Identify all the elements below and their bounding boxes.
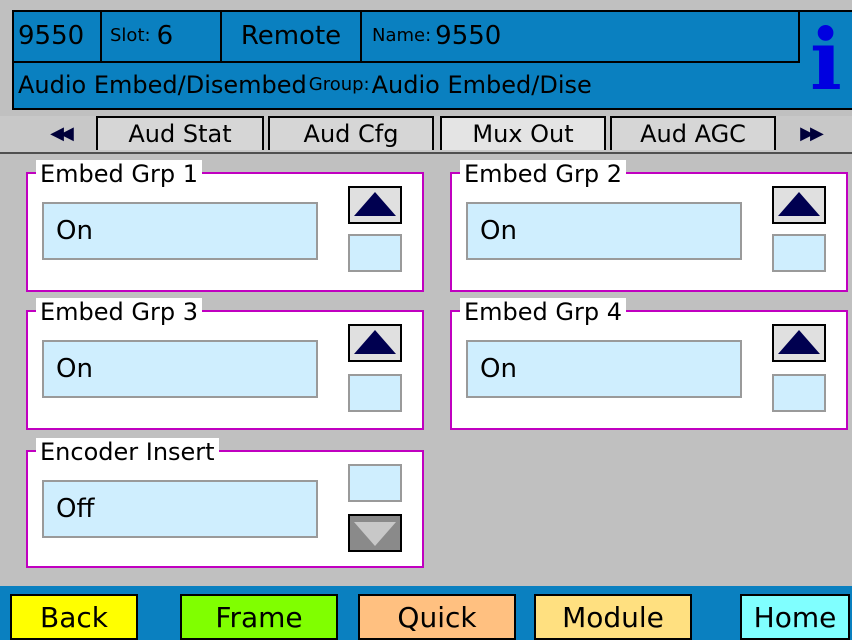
embed-grp-1-down-button[interactable] xyxy=(348,234,402,272)
embed-grp-3-up-button[interactable] xyxy=(348,324,402,362)
embed-grp-2-value-field[interactable]: On xyxy=(466,202,742,260)
group-label: Group: xyxy=(308,74,370,96)
embed-grp-1-value-field[interactable]: On xyxy=(42,202,318,260)
tab-aud-stat[interactable]: Aud Stat xyxy=(96,116,264,150)
module-button[interactable]: Module xyxy=(534,594,692,640)
embed-grp-2-down-button[interactable] xyxy=(772,234,826,272)
double-right-arrow-icon: ▶▶ xyxy=(800,122,824,144)
tab-mux-out[interactable]: Mux Out xyxy=(440,116,606,150)
up-arrow-icon xyxy=(354,330,396,354)
footer-bar: Back Frame Quick Module Home xyxy=(0,586,852,640)
tab-label: Aud Stat xyxy=(128,120,232,148)
name-label: Name: xyxy=(372,25,432,47)
group-value: Audio Embed/Dise xyxy=(371,71,592,100)
panel-title: Embed Grp 4 xyxy=(460,298,627,326)
device-id: 9550 xyxy=(18,21,85,52)
embed-grp-3-value-field[interactable]: On xyxy=(42,340,318,398)
panel-embed-grp-3: Embed Grp 3 On xyxy=(26,298,424,430)
down-arrow-icon xyxy=(354,522,396,546)
back-button[interactable]: Back xyxy=(10,594,138,640)
header: 9550 Slot: 6 Remote Name: 9550 Audio Emb… xyxy=(12,10,824,110)
info-icon: i xyxy=(810,10,842,109)
embed-grp-2-up-button[interactable] xyxy=(772,186,826,224)
module-title: Audio Embed/Disembed xyxy=(18,71,307,100)
tab-label: Aud AGC xyxy=(640,120,746,148)
tab-bar: ◀◀ Aud Stat Aud Cfg Mux Out Aud AGC ▶▶ xyxy=(0,116,852,154)
encoder-insert-up-button[interactable] xyxy=(348,464,402,502)
panel-title: Embed Grp 3 xyxy=(36,298,203,326)
panel-title: Embed Grp 1 xyxy=(36,160,203,188)
slot-label: Slot: xyxy=(110,25,151,47)
name-value: 9550 xyxy=(435,21,502,52)
embed-grp-4-up-button[interactable] xyxy=(772,324,826,362)
embed-grp-1-up-button[interactable] xyxy=(348,186,402,224)
panel-embed-grp-1: Embed Grp 1 On xyxy=(26,160,424,292)
encoder-insert-down-button[interactable] xyxy=(348,514,402,552)
encoder-insert-value-field[interactable]: Off xyxy=(42,480,318,538)
embed-grp-3-down-button[interactable] xyxy=(348,374,402,412)
header-row-1: 9550 Slot: 6 Remote Name: 9550 xyxy=(14,12,822,63)
up-arrow-icon xyxy=(778,330,820,354)
up-arrow-icon xyxy=(778,192,820,216)
slot-value: 6 xyxy=(156,21,174,52)
home-button[interactable]: Home xyxy=(740,594,850,640)
frame-button[interactable]: Frame xyxy=(180,594,338,640)
tab-scroll-right-button[interactable]: ▶▶ xyxy=(780,116,840,150)
tab-aud-agc[interactable]: Aud AGC xyxy=(610,116,776,150)
tab-scroll-left-button[interactable]: ◀◀ xyxy=(30,116,90,150)
panel-title: Encoder Insert xyxy=(36,438,219,466)
up-arrow-icon xyxy=(354,192,396,216)
panel-embed-grp-4: Embed Grp 4 On xyxy=(450,298,848,430)
name-cell: Name: 9550 xyxy=(362,12,800,61)
header-row-2: Audio Embed/Disembed Group: Audio Embed/… xyxy=(14,63,822,108)
slot-cell: Slot: 6 xyxy=(102,12,222,61)
device-id-cell: 9550 xyxy=(14,12,102,61)
info-button[interactable]: i xyxy=(800,10,852,110)
embed-grp-4-down-button[interactable] xyxy=(772,374,826,412)
panel-encoder-insert: Encoder Insert Off xyxy=(26,438,424,568)
tab-label: Aud Cfg xyxy=(303,120,399,148)
panel-title: Embed Grp 2 xyxy=(460,160,627,188)
mode-cell: Remote xyxy=(222,12,362,61)
tab-label: Mux Out xyxy=(472,120,574,148)
double-left-arrow-icon: ◀◀ xyxy=(50,122,74,144)
tab-aud-cfg[interactable]: Aud Cfg xyxy=(268,116,434,150)
panel-embed-grp-2: Embed Grp 2 On xyxy=(450,160,848,292)
quick-button[interactable]: Quick xyxy=(358,594,516,640)
mode-label: Remote xyxy=(240,21,342,52)
embed-grp-4-value-field[interactable]: On xyxy=(466,340,742,398)
